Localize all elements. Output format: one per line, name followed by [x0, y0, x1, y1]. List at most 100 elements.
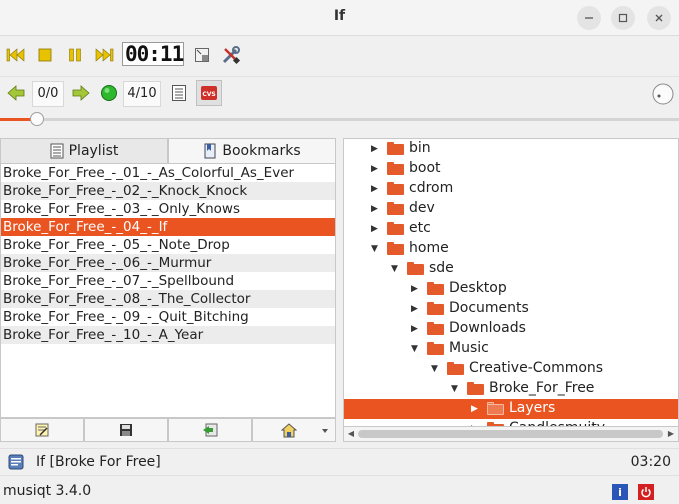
collapse-arrow-icon[interactable]: ▼: [451, 383, 461, 395]
scroll-left-arrow-icon[interactable]: ◀: [345, 428, 357, 440]
stop-button[interactable]: [32, 42, 58, 68]
seek-track: [0, 118, 679, 121]
import-playlist-button[interactable]: [168, 418, 252, 442]
maximize-icon[interactable]: [611, 6, 635, 30]
seek-handle[interactable]: [30, 112, 45, 126]
status-bar: musiqt 3.4.0 i: [0, 480, 679, 504]
playlist-icon: [50, 143, 64, 159]
folder-icon: [467, 382, 484, 395]
folder-icon: [487, 402, 504, 415]
now-playing-text: If [Broke For Free]: [36, 454, 161, 470]
tree-item-label: Documents: [449, 300, 529, 316]
tree-item[interactable]: ▶Candlesmuity: [344, 419, 678, 426]
folder-icon: [427, 302, 444, 315]
bookmarks-icon: [204, 143, 216, 159]
close-icon[interactable]: [647, 6, 671, 30]
tree-item[interactable]: ▼ Music: [344, 339, 678, 359]
playlist-item[interactable]: Broke_For_Free_-_08_-_The_Collector: [1, 290, 335, 308]
title-bar: If: [0, 0, 679, 36]
tree-item[interactable]: ▼ Broke_For_Free: [344, 379, 678, 399]
tree-item[interactable]: ▶ Documents: [344, 299, 678, 319]
playlist-item[interactable]: Broke_For_Free_-_07_-_Spellbound: [1, 272, 335, 290]
expand-arrow-icon[interactable]: ▶: [371, 183, 381, 195]
collapse-arrow-icon[interactable]: ▼: [391, 263, 401, 275]
tree-horizontal-scrollbar[interactable]: ◀ ▶: [343, 427, 679, 442]
previous-button[interactable]: [3, 42, 29, 68]
tree-item-label: Candlesmuity: [509, 420, 605, 426]
playlist-item[interactable]: Broke_For_Free_-_09_-_Quit_Bitching: [1, 308, 335, 326]
tab-playlist[interactable]: Playlist: [0, 138, 168, 164]
tree-item[interactable]: ▶ Downloads: [344, 319, 678, 339]
playlist-item[interactable]: Broke_For_Free_-_03_-_Only_Knows: [1, 200, 335, 218]
list-button[interactable]: [166, 80, 192, 106]
list-icon: [172, 85, 186, 101]
playlist-item[interactable]: Broke_For_Free_-_05_-_Note_Drop: [1, 236, 335, 254]
playlist-item[interactable]: Broke_For_Free_-_01_-_As_Colorful_As_Eve…: [1, 164, 335, 182]
collapse-arrow-icon[interactable]: ▼: [411, 343, 421, 355]
tab-bookmarks[interactable]: Bookmarks: [168, 138, 336, 164]
dropdown-arrow-icon[interactable]: [321, 428, 329, 434]
power-icon[interactable]: [638, 484, 654, 500]
pause-icon: [69, 48, 81, 62]
tree-item[interactable]: ▼ Creative-Commons: [344, 359, 678, 379]
small-window-button[interactable]: [189, 42, 215, 68]
expand-arrow-icon[interactable]: ▶: [411, 323, 421, 335]
pause-button[interactable]: [62, 42, 88, 68]
time-display: 00:11: [122, 42, 184, 66]
import-icon: [203, 423, 218, 437]
settings-tools-button[interactable]: [218, 42, 244, 68]
forward-arrow-icon: [72, 85, 90, 101]
tree-item-label: sde: [429, 260, 454, 276]
scroll-right-arrow-icon[interactable]: ▶: [665, 428, 677, 440]
volume-knob-icon: [652, 83, 674, 105]
scrollbar-thumb[interactable]: [358, 430, 663, 438]
transport-toolbar: 00:11: [0, 38, 679, 72]
tree-item[interactable]: ▶ etc: [344, 219, 678, 239]
collapse-arrow-icon[interactable]: ▼: [371, 243, 381, 255]
expand-arrow-icon[interactable]: ▶: [411, 303, 421, 315]
track-info-icon[interactable]: [8, 454, 24, 474]
playlist-item[interactable]: Broke_For_Free_-_10_-_A_Year: [1, 326, 335, 344]
tree-item[interactable]: ▶ Desktop: [344, 279, 678, 299]
playlist-item[interactable]: Broke_For_Free_-_02_-_Knock_Knock: [1, 182, 335, 200]
next-icon: [95, 48, 114, 62]
remaining-time: 03:20: [630, 454, 671, 470]
back-button[interactable]: [3, 80, 29, 106]
tree-item[interactable]: ▶ dev: [344, 199, 678, 219]
home-playlist-button[interactable]: [252, 418, 336, 442]
volume-knob[interactable]: [650, 81, 676, 107]
forward-button[interactable]: [68, 80, 94, 106]
minimize-icon[interactable]: [577, 6, 601, 30]
collapse-arrow-icon[interactable]: ▼: [431, 363, 441, 375]
playlist-item[interactable]: Broke_For_Free_-_06_-_Murmur: [1, 254, 335, 272]
playlist-item[interactable]: Broke_For_Free_-_04_-_If: [1, 218, 335, 236]
tree-item[interactable]: ▶ Layers: [344, 399, 678, 419]
folder-icon: [427, 322, 444, 335]
track-counter: 4/10: [123, 81, 161, 107]
save-playlist-button[interactable]: [84, 418, 168, 442]
next-button[interactable]: [91, 42, 117, 68]
edit-playlist-button[interactable]: [0, 418, 84, 442]
expand-arrow-icon[interactable]: ▶: [371, 203, 381, 215]
tree-item[interactable]: ▶ bin: [344, 139, 678, 159]
seek-slider[interactable]: [0, 112, 679, 126]
cue-sheet-button[interactable]: CVS: [196, 80, 222, 106]
folder-icon: [387, 202, 404, 215]
expand-arrow-icon[interactable]: ▶: [371, 163, 381, 175]
info-icon[interactable]: i: [612, 484, 628, 500]
save-icon: [120, 424, 132, 436]
record-button[interactable]: [96, 80, 122, 106]
expand-arrow-icon[interactable]: ▶: [411, 283, 421, 295]
expand-arrow-icon[interactable]: ▶: [471, 403, 481, 415]
folder-icon: [387, 162, 404, 175]
bookmark-counter: 0/0: [32, 81, 64, 107]
expand-arrow-icon[interactable]: ▶: [371, 143, 381, 155]
tree-item[interactable]: ▼ sde: [344, 259, 678, 279]
tree-item[interactable]: ▼ home: [344, 239, 678, 259]
settings-tools-icon: [222, 46, 241, 65]
tree-item-label: Music: [449, 340, 489, 356]
tree-item[interactable]: ▶ boot: [344, 159, 678, 179]
expand-arrow-icon[interactable]: ▶: [371, 223, 381, 235]
tree-item[interactable]: ▶ cdrom: [344, 179, 678, 199]
edit-icon: [35, 423, 49, 437]
